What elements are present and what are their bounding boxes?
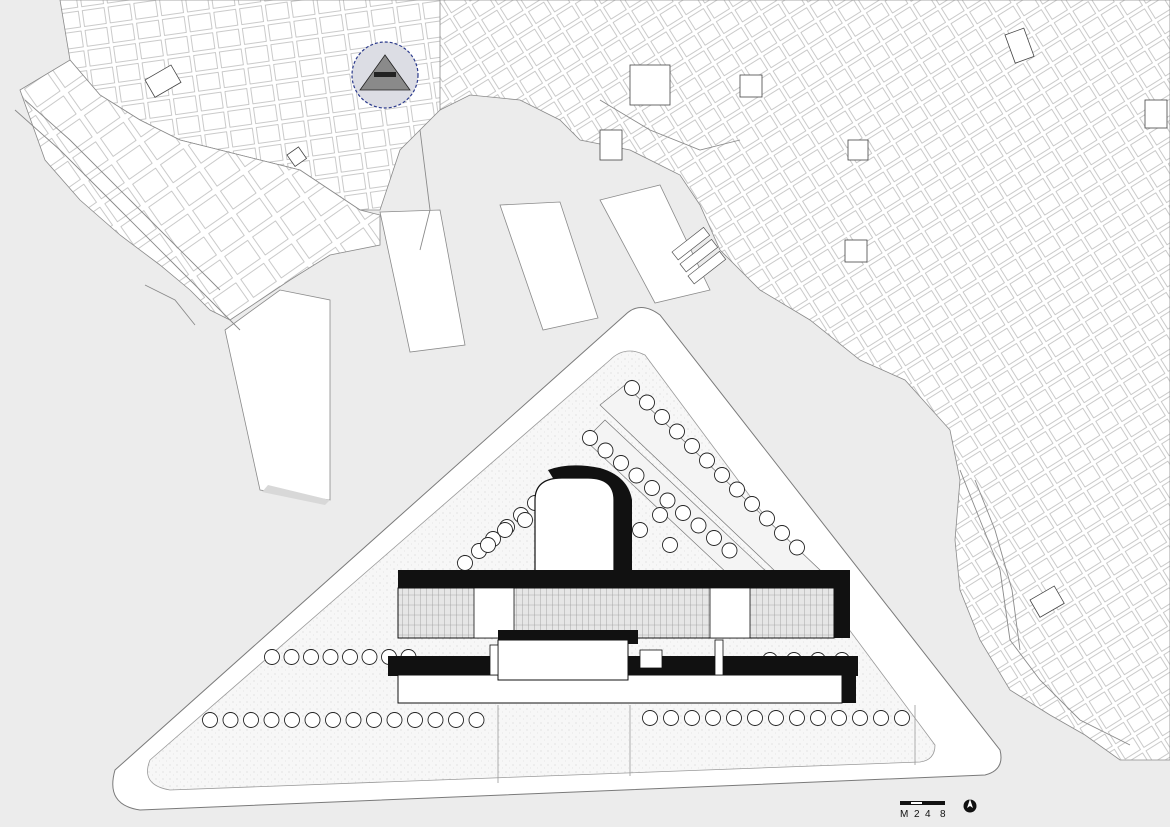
tree [497, 522, 513, 538]
tree [613, 455, 629, 471]
tree [789, 710, 805, 726]
tree [243, 712, 259, 728]
slab-end [834, 580, 850, 638]
ramp [639, 649, 663, 669]
tree [628, 467, 645, 484]
tree [675, 505, 691, 521]
tree [366, 712, 382, 728]
tower [534, 477, 615, 576]
tree [642, 710, 658, 726]
tree [652, 507, 668, 523]
tree [284, 712, 300, 728]
pilotis-1 [489, 644, 499, 676]
tree [342, 649, 358, 665]
tree [721, 542, 738, 559]
tree [726, 710, 742, 726]
tree [662, 537, 678, 553]
tree [747, 710, 763, 726]
tree [624, 380, 640, 396]
tree [684, 438, 700, 454]
tree [894, 710, 910, 726]
tree [468, 712, 485, 728]
tree [325, 712, 341, 728]
tree [768, 710, 784, 726]
tree [582, 430, 598, 446]
podium-end [842, 660, 856, 703]
tree [810, 710, 826, 726]
tree [202, 712, 218, 728]
tree [774, 525, 790, 541]
tree [322, 649, 339, 665]
tree [654, 409, 670, 425]
tree [283, 649, 300, 665]
tree [263, 712, 280, 728]
tree [669, 423, 685, 440]
tree [222, 712, 239, 728]
tree [303, 649, 319, 665]
dashed-circle-locator-icon [351, 41, 419, 109]
tree [659, 492, 676, 509]
tree [480, 537, 496, 553]
tree [304, 712, 321, 728]
tree [699, 452, 715, 469]
tree [386, 712, 403, 728]
tree [684, 710, 700, 726]
slab-gap-2 [709, 587, 751, 639]
scale-label-4: 4 [925, 809, 933, 820]
pilotis-2 [714, 639, 724, 676]
tree [759, 510, 775, 527]
scale-label-8: 8 [940, 809, 948, 820]
slab-roof [398, 570, 850, 590]
tree [632, 522, 648, 538]
tree [644, 480, 660, 496]
tree [831, 710, 847, 726]
scale-label-m: M [900, 809, 910, 820]
tree [427, 712, 444, 728]
tree [639, 394, 655, 411]
tree [705, 710, 721, 726]
tree [345, 712, 362, 728]
central-block [497, 639, 629, 681]
scale-label-2: 2 [914, 809, 922, 820]
tree [517, 512, 533, 528]
tree [663, 710, 679, 726]
tree [448, 712, 464, 728]
tree [744, 496, 760, 512]
tree [264, 649, 280, 665]
tree [789, 539, 805, 556]
tree [714, 467, 730, 483]
site-plan-map: M 2 4 8 [0, 0, 1170, 827]
tree [873, 710, 889, 726]
tree [706, 530, 722, 546]
tree [407, 712, 423, 728]
scale-bar-graphic [900, 801, 945, 805]
tree [690, 517, 707, 534]
tree [361, 649, 378, 665]
tree [729, 481, 745, 498]
tree [852, 710, 868, 726]
tree [457, 555, 473, 571]
tree [597, 442, 614, 459]
